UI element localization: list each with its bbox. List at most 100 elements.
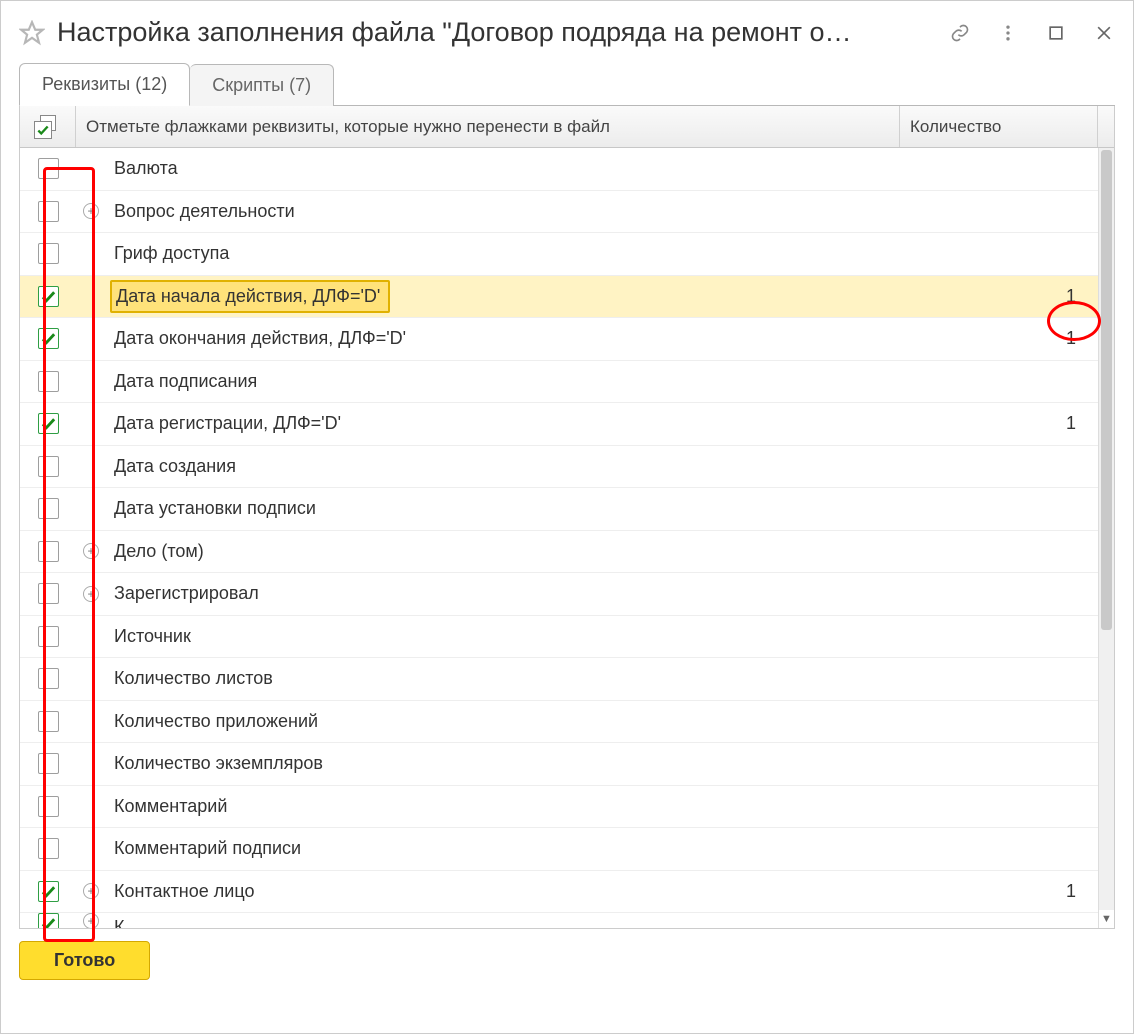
- link-icon[interactable]: [949, 22, 971, 44]
- row-checkbox[interactable]: [38, 413, 59, 434]
- row-checkbox[interactable]: [38, 913, 59, 928]
- row-checkbox[interactable]: [38, 668, 59, 689]
- row-label: Источник: [106, 622, 904, 651]
- expand-icon[interactable]: +: [83, 913, 99, 928]
- row-checkbox[interactable]: [38, 201, 59, 222]
- row-count: 1: [904, 413, 1098, 434]
- th-count[interactable]: Количество: [900, 106, 1098, 147]
- row-checkbox[interactable]: [38, 456, 59, 477]
- row-checkbox[interactable]: [38, 243, 59, 264]
- window-title: Настройка заполнения файла "Договор подр…: [57, 17, 937, 48]
- tab-1[interactable]: Скрипты (7): [190, 64, 334, 106]
- row-check-cell: [20, 286, 76, 307]
- row-label: Комментарий: [106, 792, 904, 821]
- footer: Готово: [19, 929, 1115, 980]
- table-row[interactable]: + Контактное лицо1: [20, 871, 1098, 914]
- row-check-cell: [20, 158, 76, 179]
- row-expand-cell: +: [76, 586, 106, 602]
- row-check-cell: [20, 711, 76, 732]
- row-check-cell: [20, 371, 76, 392]
- expand-icon[interactable]: +: [83, 586, 99, 602]
- row-check-cell: [20, 456, 76, 477]
- table-row[interactable]: Комментарий подписи: [20, 828, 1098, 871]
- row-label: Вопрос деятельности: [106, 197, 904, 226]
- check-all-icon: [34, 115, 62, 139]
- row-checkbox[interactable]: [38, 753, 59, 774]
- row-expand-cell: +: [76, 543, 106, 559]
- table-row[interactable]: +Дело (том): [20, 531, 1098, 574]
- row-expand-cell: +: [76, 913, 106, 928]
- row-label: Контактное лицо: [106, 877, 904, 906]
- row-label: Количество листов: [106, 664, 904, 693]
- row-count: 1: [904, 881, 1098, 902]
- row-checkbox[interactable]: [38, 796, 59, 817]
- scroll-down-icon[interactable]: ▼: [1098, 910, 1114, 928]
- scrollbar[interactable]: [1098, 148, 1114, 910]
- table-row[interactable]: Комментарий: [20, 786, 1098, 829]
- row-label: Гриф доступа: [106, 239, 904, 268]
- table: Отметьте флажками реквизиты, которые нуж…: [19, 106, 1115, 929]
- ready-button[interactable]: Готово: [19, 941, 150, 980]
- row-label: Зарегистрировал: [106, 579, 904, 608]
- table-row[interactable]: Дата установки подписи: [20, 488, 1098, 531]
- check-all-header[interactable]: [20, 106, 76, 147]
- table-row[interactable]: + Зарегистрировал: [20, 573, 1098, 616]
- table-row[interactable]: Дата создания: [20, 446, 1098, 489]
- row-count: 1: [904, 328, 1098, 349]
- th-instructions: Отметьте флажками реквизиты, которые нуж…: [76, 106, 900, 147]
- close-icon[interactable]: [1093, 22, 1115, 44]
- expand-icon[interactable]: +: [83, 543, 99, 559]
- row-label: Комментарий подписи: [106, 834, 904, 863]
- row-check-cell: [20, 498, 76, 519]
- row-checkbox[interactable]: [38, 328, 59, 349]
- row-expand-cell: +: [76, 883, 106, 899]
- table-row[interactable]: Количество приложений: [20, 701, 1098, 744]
- row-check-cell: [20, 796, 76, 817]
- table-row[interactable]: Количество листов: [20, 658, 1098, 701]
- table-row[interactable]: +К: [20, 913, 1098, 928]
- row-check-cell: [20, 913, 76, 928]
- row-checkbox[interactable]: [38, 541, 59, 562]
- row-checkbox[interactable]: [38, 498, 59, 519]
- table-row[interactable]: Дата начала действия, ДЛФ='D'1: [20, 276, 1098, 319]
- table-row[interactable]: Дата подписания: [20, 361, 1098, 404]
- row-check-cell: [20, 243, 76, 264]
- row-count: 1: [904, 286, 1098, 307]
- row-label: Дата подписания: [106, 367, 904, 396]
- row-expand-cell: +: [76, 203, 106, 219]
- table-row[interactable]: Валюта: [20, 148, 1098, 191]
- scrollbar-thumb[interactable]: [1101, 150, 1112, 630]
- row-checkbox[interactable]: [38, 583, 59, 604]
- row-checkbox[interactable]: [38, 881, 59, 902]
- table-row[interactable]: + Вопрос деятельности: [20, 191, 1098, 234]
- row-checkbox[interactable]: [38, 286, 59, 307]
- row-checkbox[interactable]: [38, 838, 59, 859]
- favorite-star-icon[interactable]: [19, 20, 45, 46]
- table-row[interactable]: Гриф доступа: [20, 233, 1098, 276]
- table-row[interactable]: Источник: [20, 616, 1098, 659]
- row-label: Количество приложений: [106, 707, 904, 736]
- table-row[interactable]: Дата регистрации, ДЛФ='D'1: [20, 403, 1098, 446]
- table-row[interactable]: Дата окончания действия, ДЛФ='D'1: [20, 318, 1098, 361]
- table-body: Валюта + Вопрос деятельности Гриф доступа Да…: [20, 148, 1098, 928]
- row-check-cell: [20, 413, 76, 434]
- maximize-icon[interactable]: [1045, 22, 1067, 44]
- titlebar-actions: [949, 22, 1115, 44]
- more-menu-icon[interactable]: [997, 22, 1019, 44]
- tab-0[interactable]: Реквизиты (12): [19, 63, 190, 106]
- row-check-cell: [20, 201, 76, 222]
- table-header: Отметьте флажками реквизиты, которые нуж…: [20, 106, 1114, 148]
- row-checkbox[interactable]: [38, 158, 59, 179]
- expand-icon[interactable]: +: [83, 883, 99, 899]
- titlebar: Настройка заполнения файла "Договор подр…: [19, 11, 1115, 62]
- row-check-cell: [20, 626, 76, 647]
- tabs: Реквизиты (12)Скрипты (7): [19, 62, 1115, 106]
- expand-icon[interactable]: +: [83, 203, 99, 219]
- row-checkbox[interactable]: [38, 711, 59, 732]
- row-checkbox[interactable]: [38, 371, 59, 392]
- row-label: К: [106, 913, 904, 928]
- row-label: Валюта: [106, 154, 904, 183]
- table-row[interactable]: Количество экземпляров: [20, 743, 1098, 786]
- row-checkbox[interactable]: [38, 626, 59, 647]
- row-check-cell: [20, 668, 76, 689]
